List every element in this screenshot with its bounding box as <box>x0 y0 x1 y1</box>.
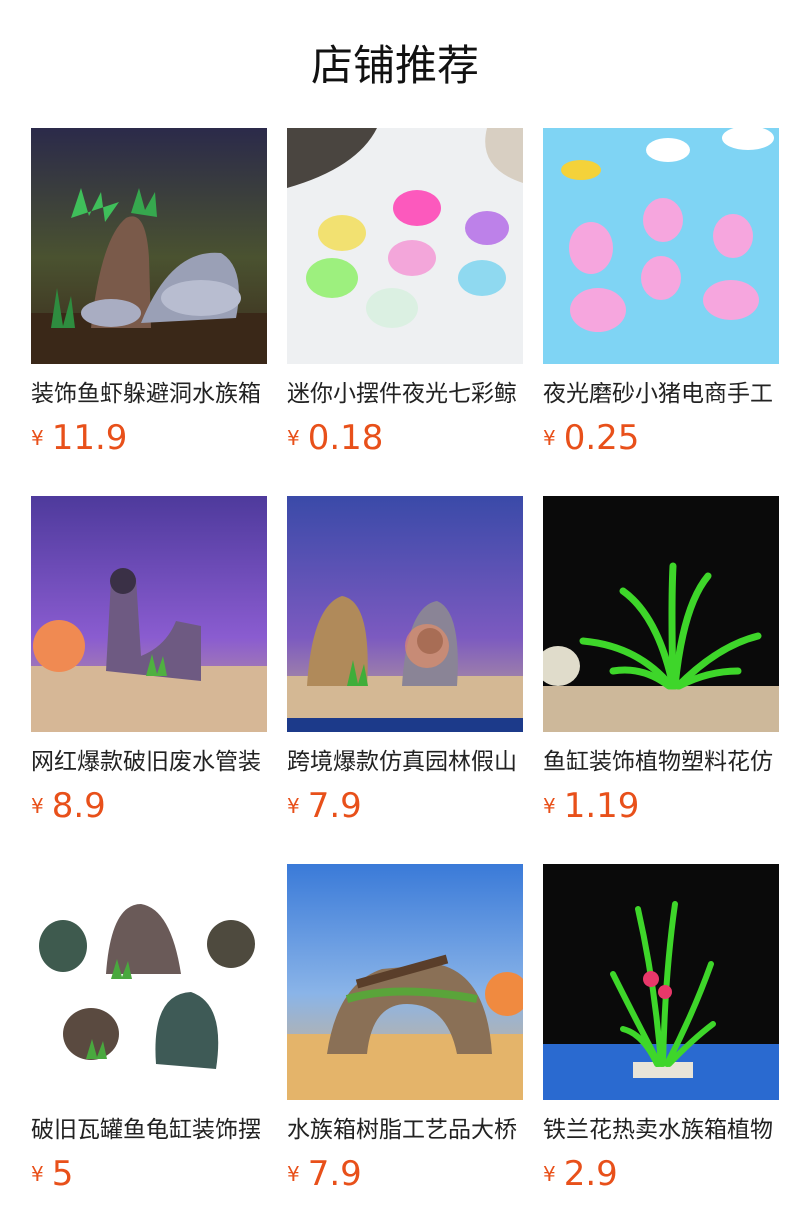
product-name[interactable]: 跨境爆款仿真园林假山 <box>287 746 523 778</box>
product-image[interactable] <box>287 496 523 732</box>
product-name[interactable]: 鱼缸装饰植物塑料花仿 <box>543 746 779 778</box>
product-image[interactable] <box>31 128 267 364</box>
product-name[interactable]: 铁兰花热卖水族箱植物 <box>543 1114 779 1146</box>
price-value: 8.9 <box>51 786 106 826</box>
product-price: ¥0.18 <box>287 416 383 460</box>
currency-symbol: ¥ <box>287 426 300 450</box>
price-value: 0.18 <box>307 418 384 458</box>
currency-symbol: ¥ <box>543 426 556 450</box>
price-value: 0.25 <box>563 418 640 458</box>
product-name[interactable]: 迷你小摆件夜光七彩鲸 <box>287 378 523 410</box>
price-value: 5 <box>51 1154 74 1194</box>
price-value: 11.9 <box>51 418 128 458</box>
currency-symbol: ¥ <box>31 1162 44 1186</box>
price-value: 2.9 <box>563 1154 618 1194</box>
product-image[interactable] <box>543 864 779 1100</box>
product-name[interactable]: 夜光磨砂小猪电商手工 <box>543 378 779 410</box>
product-image[interactable] <box>31 496 267 732</box>
product-image[interactable] <box>543 128 779 364</box>
currency-symbol: ¥ <box>31 426 44 450</box>
price-value: 7.9 <box>307 1154 362 1194</box>
product-price: ¥11.9 <box>31 416 127 460</box>
product-price: ¥7.9 <box>287 784 362 828</box>
product-name[interactable]: 水族箱树脂工艺品大桥 <box>287 1114 523 1146</box>
product-image[interactable] <box>31 864 267 1100</box>
product-price: ¥1.19 <box>543 784 639 828</box>
product-price: ¥0.25 <box>543 416 639 460</box>
currency-symbol: ¥ <box>287 794 300 818</box>
product-image[interactable] <box>543 496 779 732</box>
currency-symbol: ¥ <box>31 794 44 818</box>
product-price: ¥5 <box>31 1152 73 1196</box>
product-name[interactable]: 装饰鱼虾躲避洞水族箱 <box>31 378 267 410</box>
product-image[interactable] <box>287 864 523 1100</box>
product-image[interactable] <box>287 128 523 364</box>
product-name[interactable]: 破旧瓦罐鱼龟缸装饰摆 <box>31 1114 267 1146</box>
product-price: ¥2.9 <box>543 1152 618 1196</box>
currency-symbol: ¥ <box>287 1162 300 1186</box>
price-value: 7.9 <box>307 786 362 826</box>
currency-symbol: ¥ <box>543 794 556 818</box>
product-price: ¥8.9 <box>31 784 106 828</box>
product-name[interactable]: 网红爆款破旧废水管装 <box>31 746 267 778</box>
product-price: ¥7.9 <box>287 1152 362 1196</box>
price-value: 1.19 <box>563 786 640 826</box>
currency-symbol: ¥ <box>543 1162 556 1186</box>
page-title: 店铺推荐 <box>310 41 479 90</box>
